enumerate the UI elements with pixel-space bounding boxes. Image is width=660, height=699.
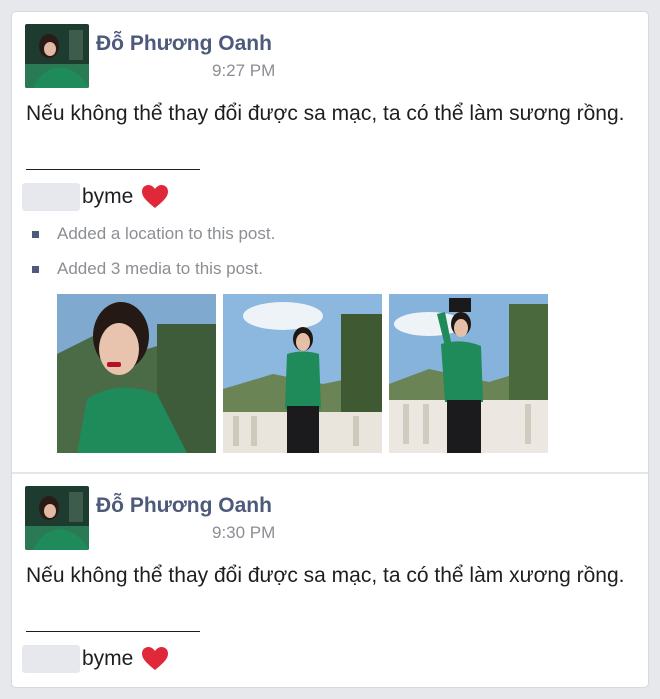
separator-line xyxy=(26,631,200,632)
post-message: Nếu không thể thay đổi được sa mạc, ta c… xyxy=(26,102,625,125)
post-1: Đỗ Phương Oanh 9:27 PM Nếu không thể tha… xyxy=(12,12,648,472)
activity-media: Added 3 media to this post. xyxy=(32,259,263,279)
signature-line: byme xyxy=(22,644,169,674)
post-timestamp[interactable]: 9:30 PM xyxy=(212,523,275,543)
activity-text: Added a location to this post. xyxy=(57,224,276,243)
activity-location: Added a location to this post. xyxy=(32,224,275,244)
signature-text: byme xyxy=(82,185,134,208)
bullet-icon xyxy=(32,265,39,273)
post-message: Nếu không thể thay đổi được sa mạc, ta c… xyxy=(26,564,625,587)
author-name[interactable]: Đỗ Phương Oanh xyxy=(96,494,272,518)
post-2: Đỗ Phương Oanh 9:30 PM Nếu không thể tha… xyxy=(12,474,648,687)
media-photo-3[interactable] xyxy=(389,294,548,453)
author-avatar[interactable] xyxy=(25,24,89,88)
signature-text: byme xyxy=(82,647,134,670)
heart-emoji-icon xyxy=(141,646,169,672)
activity-text: Added 3 media to this post. xyxy=(57,259,264,278)
redacted-name xyxy=(22,183,80,211)
separator-line xyxy=(26,169,200,170)
media-photo-2[interactable] xyxy=(223,294,382,453)
media-photo-1[interactable] xyxy=(57,294,216,453)
signature-line: byme xyxy=(22,182,169,212)
heart-emoji-icon xyxy=(141,184,169,210)
feed-card: Đỗ Phương Oanh 9:27 PM Nếu không thể tha… xyxy=(12,12,648,687)
bullet-icon xyxy=(32,230,39,238)
author-avatar[interactable] xyxy=(25,486,89,550)
author-name[interactable]: Đỗ Phương Oanh xyxy=(96,32,272,56)
post-timestamp[interactable]: 9:27 PM xyxy=(212,61,275,81)
redacted-name xyxy=(22,645,80,673)
media-gallery xyxy=(57,294,548,453)
